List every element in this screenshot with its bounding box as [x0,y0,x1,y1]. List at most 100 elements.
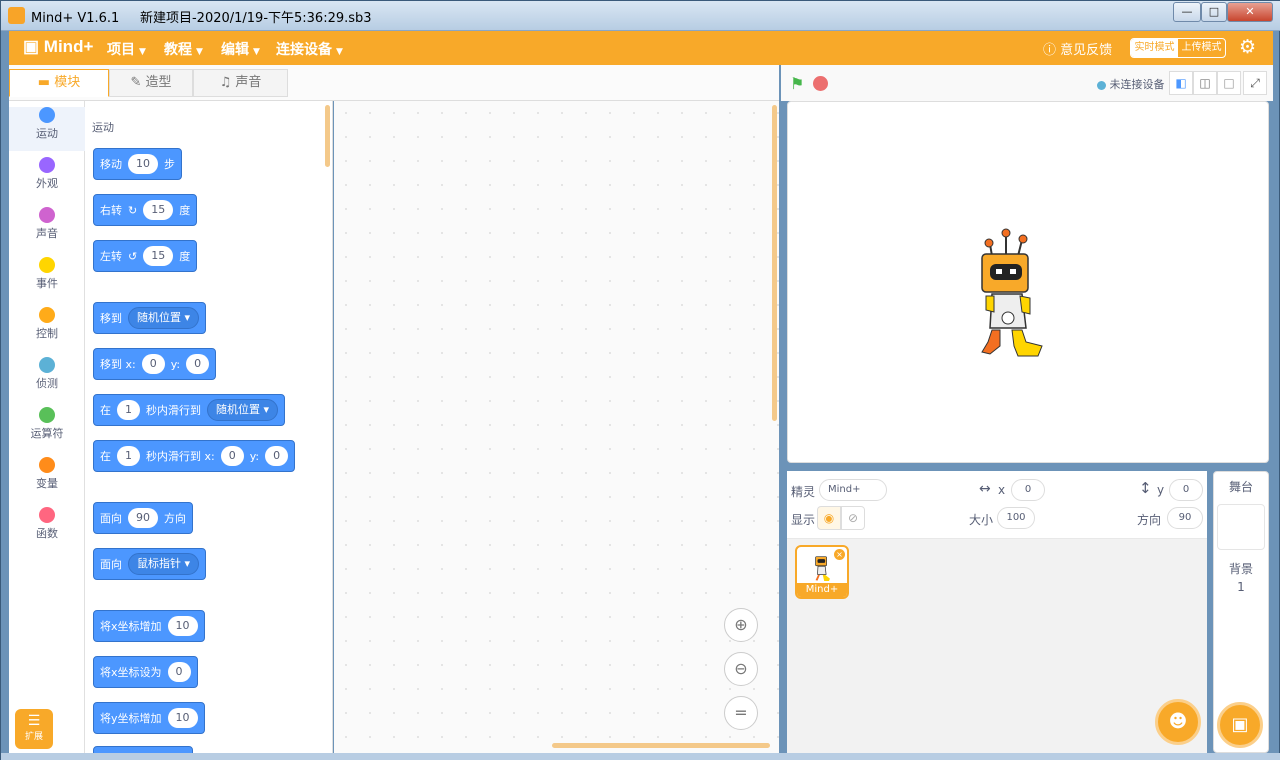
block-goto-xy[interactable]: 移到 x: 0 y: 0 [93,348,217,380]
category-item[interactable]: 声音 [9,207,85,251]
close-button[interactable]: ✕ [1227,2,1273,22]
block-set-x[interactable]: 将x坐标设为 0 [93,656,198,688]
degrees-input[interactable]: 15 [143,200,174,220]
app-icon [8,7,25,24]
fullscreen-icon[interactable]: ⤢ [1243,71,1267,95]
realtime-mode-button[interactable]: 实时模式 [1131,39,1178,57]
menu-bar: ▣ Mind+ 项目 ▼ 教程 ▼ 编辑 ▼ 连接设备 ▼ ⓘ 意见反馈 实时模式 上传… [9,31,1273,65]
y-input[interactable]: 0 [186,354,210,374]
block-point-towards[interactable]: 面向 鼠标指针 ▾ [93,548,207,580]
status-dot-icon [1097,80,1106,90]
tab-sounds[interactable]: ♫ 声音 [193,69,288,97]
add-sprite-cat-icon[interactable]: ☻ [1155,699,1201,745]
block-glide-to[interactable]: 在 1 秒内滑行到 随机位置 ▾ [93,394,286,426]
seconds-input[interactable]: 1 [117,400,140,420]
palette-scrollbar[interactable] [325,105,330,167]
menu-tutorial[interactable]: 教程 ▼ [164,39,203,59]
sprite-thumbnail[interactable]: Mind+ × [795,545,849,599]
block-turn-right[interactable]: 右转 ↻ 15 度 [93,194,198,226]
y-change-input[interactable]: 10 [167,708,198,728]
glide-target-dropdown[interactable]: 随机位置 ▾ [207,399,279,421]
chevron-down-icon: ▼ [139,47,146,57]
towards-dropdown[interactable]: 鼠标指针 ▾ [128,553,200,575]
extension-button[interactable]: ☰ 扩展 [15,709,53,749]
gear-icon[interactable]: ⚙ [1239,36,1256,58]
x-set-input[interactable]: 0 [167,662,191,682]
direction-input[interactable]: 90 [1167,507,1203,529]
x-input[interactable]: 0 [220,446,244,466]
zoom-out-icon[interactable]: ⊖ [724,652,758,686]
hide-stage-icon[interactable]: □ [1217,71,1241,95]
chevron-down-icon: ▼ [336,47,343,57]
direction-input[interactable]: 90 [128,508,158,528]
maximize-button[interactable]: □ [1201,2,1227,22]
steps-input[interactable]: 10 [128,154,158,174]
sprite-list: Mind+ × ☻ [787,539,1207,753]
block-change-x[interactable]: 将x坐标增加 10 [93,610,205,642]
category-color-dot-icon [39,357,55,373]
category-item[interactable]: 事件 [9,257,85,301]
size-label: 大小 [969,513,994,527]
x-label: x [998,483,1006,497]
block-move-steps[interactable]: 移动 10 步 [93,148,182,180]
zoom-reset-icon[interactable]: = [724,696,758,730]
tab-blocks[interactable]: ▬ 模块 [9,69,109,97]
category-item[interactable]: 运算符 [9,407,85,451]
category-item[interactable]: 运动 [9,107,85,151]
x-input[interactable]: 0 [141,354,165,374]
y-input[interactable]: 0 [265,446,289,466]
hide-sprite-eye-icon[interactable]: ⊘ [841,506,865,530]
seconds-input[interactable]: 1 [117,446,140,466]
block-turn-left[interactable]: 左转 ↺ 15 度 [93,240,198,272]
show-sprite-eye-icon[interactable]: ◉ [817,506,841,530]
feedback-button[interactable]: ⓘ 意见反馈 [1043,39,1112,58]
add-backdrop-icon[interactable]: ▣ [1217,702,1263,748]
menu-connect-device[interactable]: 连接设备 ▼ [276,39,343,59]
block-glide-xy[interactable]: 在 1 秒内滑行到 x: 0 y: 0 [93,440,296,472]
stage-thumbnail[interactable] [1217,504,1265,550]
category-color-dot-icon [39,207,55,223]
minimize-button[interactable]: — [1173,2,1201,22]
category-color-dot-icon [39,157,55,173]
x-input[interactable]: 0 [1011,479,1045,501]
mode-switch[interactable]: 实时模式 上传模式 [1130,38,1226,58]
menu-project[interactable]: 项目 ▼ [107,39,146,59]
category-item[interactable]: 外观 [9,157,85,201]
upload-mode-button[interactable]: 上传模式 [1178,39,1225,57]
green-flag-icon[interactable]: ⚑ [790,74,804,93]
mindplus-robot-sprite[interactable] [978,226,1048,360]
workspace-vscrollbar[interactable] [772,105,777,421]
window-title: Mind+ V1.6.1 新建项目-2020/1/19-下午5:36:29.sb… [31,11,372,26]
script-workspace[interactable]: ⊕ ⊖ = [334,101,779,753]
y-label: y [1157,483,1165,497]
small-stage-icon[interactable]: ◧ [1169,71,1193,95]
goto-target-dropdown[interactable]: 随机位置 ▾ [128,307,200,329]
stage-canvas[interactable] [787,101,1269,463]
y-input[interactable]: 0 [1169,479,1203,501]
stage-panel[interactable]: 舞台 背景 1 ▣ [1213,471,1269,753]
x-change-input[interactable]: 10 [167,616,198,636]
window-bottom-border [1,753,1280,760]
tab-costumes[interactable]: ✎ 造型 [109,69,193,97]
block-partial[interactable] [93,746,193,753]
degrees-input[interactable]: 15 [143,246,174,266]
workspace-hscrollbar[interactable] [552,743,770,748]
delete-sprite-icon[interactable]: × [834,549,845,560]
category-item[interactable]: 变量 [9,457,85,501]
sprite-name-input[interactable]: Mind+ [819,479,887,501]
zoom-in-icon[interactable]: ⊕ [724,608,758,642]
size-input[interactable]: 100 [997,507,1035,529]
vertical-arrows-icon: ↕ [1139,479,1152,497]
block-change-y[interactable]: 将y坐标增加 10 [93,702,205,734]
category-item[interactable]: 控制 [9,307,85,351]
menu-edit[interactable]: 编辑 ▼ [221,39,260,59]
block-point-direction[interactable]: 面向 90 方向 [93,502,193,534]
mindplus-logo: ▣ Mind+ [23,37,93,57]
category-label: 侦测 [36,377,58,390]
normal-stage-icon[interactable]: ◫ [1193,71,1217,95]
block-goto[interactable]: 移到 随机位置 ▾ [93,302,207,334]
stop-icon[interactable] [813,76,828,91]
category-item[interactable]: 函数 [9,507,85,551]
brush-icon: ✎ [130,75,146,90]
category-item[interactable]: 侦测 [9,357,85,401]
